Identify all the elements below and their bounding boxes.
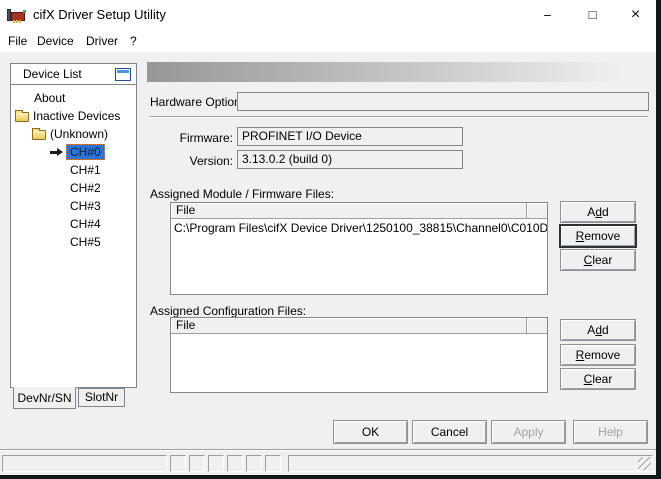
tree-item-ch5[interactable]: CH#5 [11,233,136,251]
current-channel-arrow-icon [49,146,64,158]
tree-item-label: CH#5 [70,233,101,251]
module-add-button[interactable]: Add [560,201,636,223]
button-label-part: emove [584,348,620,362]
tree-item-unknown-device[interactable]: (Unknown) [11,125,136,143]
device-list-title: Device List [23,64,82,84]
tree-item-ch0-selected[interactable]: CH#0 [11,143,136,161]
button-accel-part: d [595,323,602,337]
button-accel-part: d [595,205,602,219]
tree-item-label: CH#1 [70,161,101,179]
list-header: File [171,203,547,219]
button-accel-part: R [576,348,585,362]
statusbar-panel-main [2,455,167,472]
file-column-header[interactable]: File [171,203,527,219]
menu-help[interactable]: ? [126,30,141,52]
folder-icon [32,130,46,140]
button-label-part: lear [592,253,612,267]
app-icon-part [13,20,15,23]
module-files-label: Assigned Module / Firmware Files: [150,187,334,201]
button-label-part: emove [584,229,620,243]
tree-item-ch4[interactable]: CH#4 [11,215,136,233]
apply-button: Apply [491,420,566,444]
resize-grip[interactable] [638,457,651,470]
device-list-header: Device List [11,64,136,85]
statusbar-panel-right [288,455,653,472]
tree-item-about[interactable]: About [11,89,136,107]
menu-driver[interactable]: Driver [82,30,122,52]
statusbar-panel-square [227,455,243,472]
hardware-option-label: Hardware Option: [150,95,244,109]
statusbar-panel-square [208,455,224,472]
tree-item-ch1[interactable]: CH#1 [11,161,136,179]
title-bar[interactable]: cifX Driver Setup Utility − □ × [0,0,656,30]
section-gradient-banner [147,62,648,82]
minimize-icon[interactable]: − [525,0,570,30]
statusbar-panel-square [189,455,205,472]
app-icon-part [16,20,18,23]
menu-file[interactable]: File [4,30,31,52]
module-file-row[interactable]: C:\Program Files\cifX Device Driver\1250… [171,219,547,236]
app-icon [7,8,27,23]
status-bar [0,451,656,475]
firmware-label: Firmware: [150,131,233,145]
screenshot-canvas: cifX Driver Setup Utility − □ × File Dev… [0,0,661,479]
device-list-window-icon[interactable] [115,68,131,81]
tree-item-inactive-devices[interactable]: Inactive Devices [11,107,136,125]
app-icon-part [23,10,26,13]
version-value-field: 3.13.0.2 (build 0) [237,150,463,169]
list-header-filler [527,318,547,334]
maximize-icon[interactable]: □ [570,0,615,30]
button-label-part: d [602,205,609,219]
list-header-filler [527,203,547,219]
file-column-header[interactable]: File [171,318,527,334]
list-header: File [171,318,547,334]
ok-button[interactable]: OK [333,420,408,444]
version-label: Version: [150,154,233,168]
close-icon[interactable]: × [613,0,658,30]
config-files-list[interactable]: File [170,317,548,393]
hardware-option-field[interactable] [237,92,649,111]
menu-device[interactable]: Device [33,30,78,52]
module-clear-button[interactable]: Clear [560,249,636,271]
config-add-button[interactable]: Add [560,319,636,341]
tab-slotnr[interactable]: SlotNr [78,388,125,407]
tree-item-label: (Unknown) [50,125,108,143]
device-tree: About Inactive Devices (Unknown) CH#0 CH… [11,85,136,251]
tree-item-label: CH#4 [70,215,101,233]
folder-icon [15,112,29,122]
app-icon-part [19,20,21,23]
separator-line [150,116,648,118]
window-title: cifX Driver Setup Utility [33,7,166,23]
tree-item-label: About [34,89,65,107]
cifx-driver-setup-window: cifX Driver Setup Utility − □ × File Dev… [0,0,656,475]
button-label-part: d [602,323,609,337]
module-remove-button[interactable]: Remove [560,225,636,247]
statusbar-panel-square [170,455,186,472]
help-button: Help [573,420,648,444]
statusbar-panel-square [265,455,281,472]
tree-item-label: Inactive Devices [33,107,120,125]
tree-item-label: CH#3 [70,197,101,215]
tab-devnr-sn[interactable]: DevNr/SN [13,387,76,409]
config-files-label: Assigned Configuration Files: [150,304,306,318]
menu-bar: File Device Driver ? [0,30,656,52]
statusbar-panel-square [246,455,262,472]
tree-item-label-selected: CH#0 [66,144,105,160]
module-files-list[interactable]: File C:\Program Files\cifX Device Driver… [170,202,548,295]
config-clear-button[interactable]: Clear [560,368,636,390]
tree-item-label: CH#2 [70,179,101,197]
device-list-panel: Device List About Inactive Devices (Unkn… [10,63,137,388]
tree-item-ch2[interactable]: CH#2 [11,179,136,197]
firmware-value-field: PROFINET I/O Device [237,127,463,146]
tree-item-ch3[interactable]: CH#3 [11,197,136,215]
cancel-button[interactable]: Cancel [412,420,487,444]
button-label-part: lear [592,372,612,386]
button-accel-part: R [576,229,585,243]
config-remove-button[interactable]: Remove [560,344,636,366]
